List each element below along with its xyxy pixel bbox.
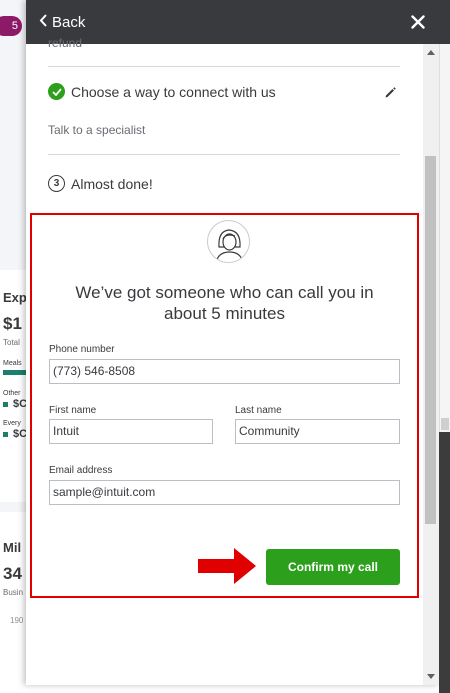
first-name-input[interactable]: Intuit	[49, 419, 213, 444]
expenses-card-caption: Total	[3, 338, 20, 347]
edge-dark-block	[439, 432, 450, 693]
edge-header	[439, 0, 450, 44]
back-label: Back	[52, 13, 86, 31]
mileage-axis-tick: 190	[10, 616, 24, 625]
edge-scroll-marker	[441, 418, 449, 430]
expenses-row-amount: $C	[13, 398, 26, 410]
expenses-row-label: Meals	[3, 360, 22, 367]
callback-title-line2: about 5 minutes	[164, 304, 285, 323]
first-name-label: First name	[49, 405, 97, 416]
step-connect-label: Choose a way to connect with us	[71, 83, 276, 100]
step-connect-detail: Talk to a specialist	[48, 123, 146, 137]
check-circle-icon	[48, 83, 65, 100]
previous-step-text: refund	[48, 36, 83, 50]
scroll-up-icon[interactable]	[427, 50, 435, 55]
callback-title-line1: We’ve got someone who can call you in	[75, 283, 374, 302]
expenses-bar	[3, 370, 26, 375]
expenses-card: Exp $1 Total Meals Other $C Every $C	[0, 270, 26, 502]
background-page: 5 Exp $1 Total Meals Other $C Every $C M…	[0, 0, 26, 693]
expenses-row-amount: $C	[13, 428, 26, 440]
step-connect: Choose a way to connect with us	[48, 83, 276, 100]
email-label: Email address	[49, 465, 113, 476]
last-name-label: Last name	[235, 405, 282, 416]
email-input[interactable]: sample@intuit.com	[49, 480, 400, 505]
chevron-left-icon	[39, 14, 48, 30]
panel-header: Back	[26, 0, 439, 44]
contact-panel: Back refund Choose a way to connect with…	[26, 0, 439, 685]
pencil-icon[interactable]	[384, 86, 397, 104]
legend-swatch	[3, 432, 8, 437]
expenses-card-title: Exp	[3, 290, 26, 305]
expenses-row-label: Other	[3, 390, 21, 397]
close-icon[interactable]	[411, 0, 425, 44]
step-almost-done-label: Almost done!	[71, 175, 153, 192]
step-almost-done: 3 Almost done!	[48, 175, 153, 192]
last-name-input[interactable]: Community	[235, 419, 400, 444]
agent-avatar-icon	[207, 220, 250, 263]
notification-badge: 5	[0, 16, 22, 36]
divider	[48, 154, 400, 155]
step-number-icon: 3	[48, 175, 65, 192]
callback-form: We’ve got someone who can call you in ab…	[30, 213, 419, 598]
red-arrow-icon	[196, 546, 258, 591]
confirm-call-button[interactable]: Confirm my call	[266, 549, 400, 585]
divider	[48, 66, 400, 67]
mileage-card: Mil 34 Busin 190	[0, 512, 26, 693]
mileage-card-title: Mil	[3, 540, 22, 555]
scrollbar-thumb[interactable]	[425, 156, 436, 524]
legend-swatch	[3, 402, 8, 407]
callback-title: We’ve got someone who can call you in ab…	[32, 282, 417, 324]
phone-label: Phone number	[49, 344, 115, 355]
window-edge	[439, 0, 450, 693]
expenses-row-label: Every	[3, 420, 21, 427]
scroll-down-icon[interactable]	[427, 674, 435, 679]
phone-input[interactable]: (773) 546-8508	[49, 359, 400, 384]
mileage-card-amount: 34	[3, 564, 22, 583]
mileage-card-caption: Busin	[3, 588, 24, 597]
panel-scrollbar[interactable]	[423, 44, 439, 685]
expenses-card-amount: $1	[3, 314, 22, 333]
